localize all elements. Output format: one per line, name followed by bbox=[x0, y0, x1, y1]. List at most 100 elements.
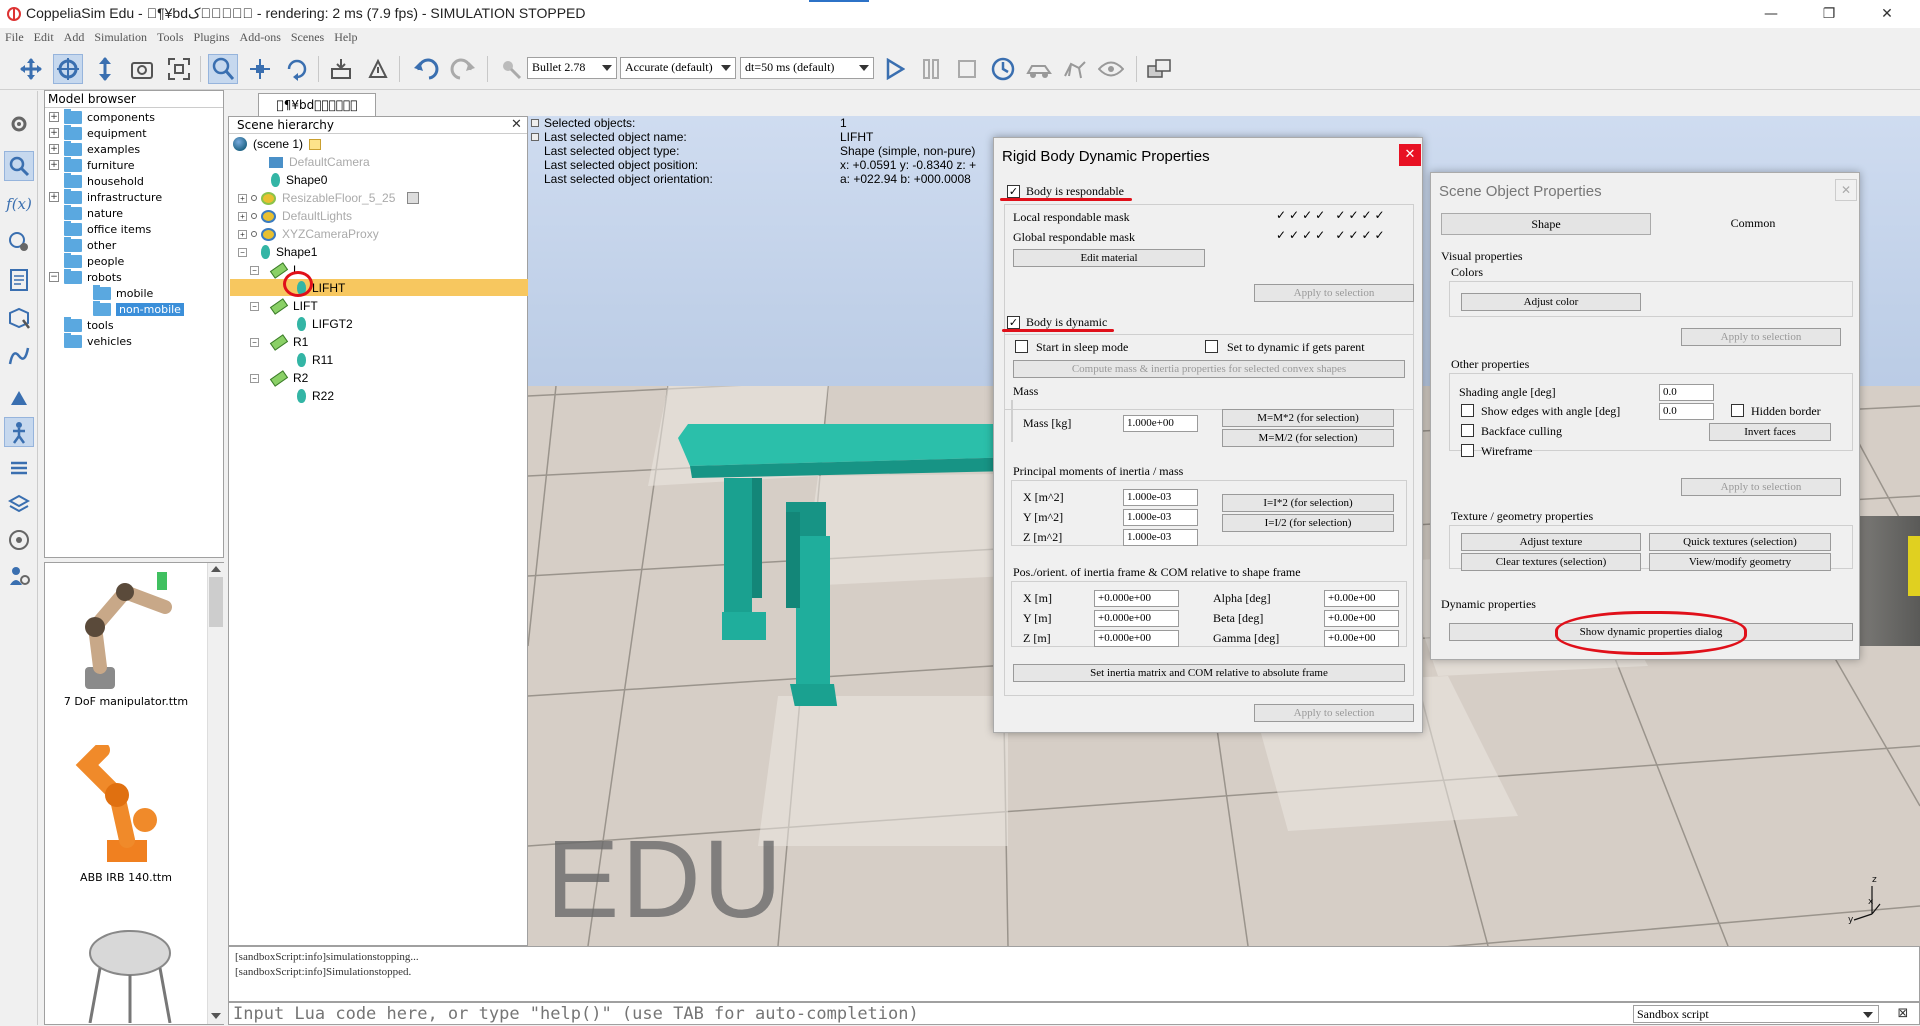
beta-field[interactable]: +0.00e+00 bbox=[1324, 610, 1399, 627]
expand-icon[interactable]: + bbox=[238, 211, 247, 221]
tab-shape[interactable]: Shape bbox=[1441, 213, 1651, 235]
collapse-icon[interactable]: − bbox=[49, 272, 59, 282]
camera-shift-icon[interactable] bbox=[90, 54, 120, 84]
minimize-button[interactable]: — bbox=[1748, 0, 1794, 28]
lua-command-input[interactable] bbox=[233, 1004, 1633, 1024]
info-toggle[interactable] bbox=[531, 119, 539, 127]
menu-help[interactable]: Help bbox=[329, 28, 362, 47]
inertia-double-button[interactable]: I=I*2 (for selection) bbox=[1222, 494, 1394, 512]
tree-item-shape0[interactable]: Shape0 bbox=[271, 171, 327, 189]
function-icon[interactable]: f(x) bbox=[4, 189, 34, 219]
expand-icon[interactable]: + bbox=[49, 192, 59, 202]
model-folder-other[interactable]: other bbox=[49, 236, 116, 253]
camera-rotate-icon[interactable] bbox=[53, 54, 83, 84]
stop-icon[interactable] bbox=[952, 54, 982, 84]
tree-item-proxy[interactable]: + XYZCameraProxy bbox=[238, 225, 379, 243]
close-icon[interactable]: ✕ bbox=[511, 117, 522, 132]
pos-y-field[interactable]: +0.000e+00 bbox=[1094, 610, 1179, 627]
collapse-icon[interactable]: − bbox=[250, 373, 259, 383]
adjust-texture-button[interactable]: Adjust texture bbox=[1461, 533, 1641, 551]
model-folder-mobile[interactable]: mobile bbox=[93, 284, 153, 301]
inertia-half-button[interactable]: I=I/2 (for selection) bbox=[1222, 514, 1394, 532]
collapse-icon[interactable]: − bbox=[238, 247, 247, 257]
expand-icon[interactable]: + bbox=[49, 128, 59, 138]
restore-button[interactable]: ❐ bbox=[1806, 0, 1852, 28]
menu-addons[interactable]: Add-ons bbox=[235, 28, 286, 47]
dynamic-if-parent-checkbox[interactable] bbox=[1205, 340, 1218, 353]
wireframe-checkbox[interactable] bbox=[1461, 444, 1474, 457]
path-edit-icon[interactable] bbox=[4, 341, 34, 371]
expand-icon[interactable]: + bbox=[49, 144, 59, 154]
expand-icon[interactable]: + bbox=[49, 160, 59, 170]
timestep-select[interactable]: dt=50 ms (default) bbox=[740, 57, 874, 79]
simulation-settings-icon[interactable] bbox=[4, 109, 34, 139]
model-folder-non-mobile[interactable]: non-mobile bbox=[93, 300, 184, 317]
thumbnail-abb-irb140[interactable] bbox=[67, 742, 187, 867]
realtime-icon[interactable] bbox=[988, 54, 1018, 84]
page-selector-icon[interactable] bbox=[1144, 54, 1174, 84]
tree-item-r22[interactable]: R22 bbox=[297, 387, 334, 405]
inertia-x-field[interactable]: 1.000e-03 bbox=[1123, 489, 1198, 506]
tree-item-shape1[interactable]: − Shape1 bbox=[238, 243, 317, 261]
model-folder-office-items[interactable]: office items bbox=[49, 220, 151, 237]
inertia-y-field[interactable]: 1.000e-03 bbox=[1123, 509, 1198, 526]
collapse-icon[interactable]: − bbox=[250, 337, 259, 347]
redo-icon[interactable] bbox=[448, 54, 478, 84]
model-folder-tools[interactable]: tools bbox=[49, 316, 114, 333]
tree-item-floor[interactable]: + ResizableFloor_5_25 bbox=[238, 189, 420, 207]
view-geometry-button[interactable]: View/modify geometry bbox=[1649, 553, 1831, 571]
fit-to-view-icon[interactable] bbox=[164, 54, 194, 84]
quick-textures-button[interactable]: Quick textures (selection) bbox=[1649, 533, 1831, 551]
tree-item-scene[interactable]: (scene 1) bbox=[233, 135, 322, 153]
mass-field[interactable]: 1.000e+00 bbox=[1123, 415, 1198, 432]
info-toggle[interactable] bbox=[531, 133, 539, 141]
model-folder-furniture[interactable]: + furniture bbox=[49, 156, 135, 173]
model-folder-vehicles[interactable]: vehicles bbox=[49, 332, 132, 349]
model-folder-components[interactable]: + components bbox=[49, 108, 155, 125]
model-folder-robots[interactable]: − robots bbox=[49, 268, 122, 285]
thumbnail-7dof-manipulator[interactable] bbox=[65, 567, 185, 695]
faster-icon[interactable] bbox=[1060, 54, 1090, 84]
close-window-button[interactable]: ✕ bbox=[1864, 0, 1910, 28]
menu-plugins[interactable]: Plugins bbox=[189, 28, 235, 47]
video-recorder-icon[interactable] bbox=[4, 525, 34, 555]
assemble-icon[interactable] bbox=[326, 54, 356, 84]
physics-engine-select[interactable]: Bullet 2.78 bbox=[527, 57, 617, 79]
apply-to-selection-button[interactable]: Apply to selection bbox=[1254, 284, 1414, 302]
dynamic-checkbox[interactable]: ✓ bbox=[1007, 316, 1020, 329]
apply-to-selection-button[interactable]: Apply to selection bbox=[1254, 704, 1414, 722]
camera-pan-icon[interactable] bbox=[16, 54, 46, 84]
mass-double-button[interactable]: M=M*2 (for selection) bbox=[1222, 409, 1394, 427]
model-folder-people[interactable]: people bbox=[49, 252, 124, 269]
accuracy-select[interactable]: Accurate (default) bbox=[620, 57, 736, 79]
search-icon[interactable] bbox=[4, 151, 34, 181]
collision-icon[interactable] bbox=[4, 383, 34, 413]
pos-z-field[interactable]: +0.000e+00 bbox=[1094, 630, 1179, 647]
visualization-icon[interactable] bbox=[1096, 54, 1126, 84]
object-rotate-icon[interactable] bbox=[282, 54, 312, 84]
adjust-color-button[interactable]: Adjust color bbox=[1461, 293, 1641, 311]
model-folder-infrastructure[interactable]: + infrastructure bbox=[49, 188, 162, 205]
invert-faces-button[interactable]: Invert faces bbox=[1709, 423, 1831, 441]
apply-to-selection-button[interactable]: Apply to selection bbox=[1681, 328, 1841, 346]
clear-textures-button[interactable]: Clear textures (selection) bbox=[1461, 553, 1641, 571]
thumbnails-scrollbar[interactable] bbox=[207, 563, 224, 1024]
sleep-mode-checkbox[interactable] bbox=[1015, 340, 1028, 353]
alpha-field[interactable]: +0.00e+00 bbox=[1324, 590, 1399, 607]
tree-item-defaultcamera[interactable]: DefaultCamera bbox=[269, 153, 370, 171]
calculation-modules-icon[interactable] bbox=[4, 227, 34, 257]
transfer-dna-icon[interactable] bbox=[363, 54, 393, 84]
local-mask-checkboxes[interactable]: ✓✓✓✓ ✓✓✓✓ bbox=[1276, 208, 1388, 222]
tree-item-r1[interactable]: − R1 bbox=[250, 333, 308, 351]
user-settings-icon[interactable] bbox=[4, 561, 34, 591]
expand-icon[interactable]: + bbox=[238, 229, 247, 239]
expand-icon[interactable]: + bbox=[238, 193, 247, 203]
pause-icon[interactable] bbox=[916, 54, 946, 84]
edit-material-button[interactable]: Edit material bbox=[1013, 249, 1205, 267]
pos-x-field[interactable]: +0.000e+00 bbox=[1094, 590, 1179, 607]
tab-common[interactable]: Common bbox=[1653, 213, 1853, 235]
menu-tools[interactable]: Tools bbox=[152, 28, 189, 47]
apply-to-selection-button[interactable]: Apply to selection bbox=[1681, 478, 1841, 496]
model-folder-household[interactable]: household bbox=[49, 172, 144, 189]
collapse-icon[interactable]: − bbox=[250, 265, 259, 275]
